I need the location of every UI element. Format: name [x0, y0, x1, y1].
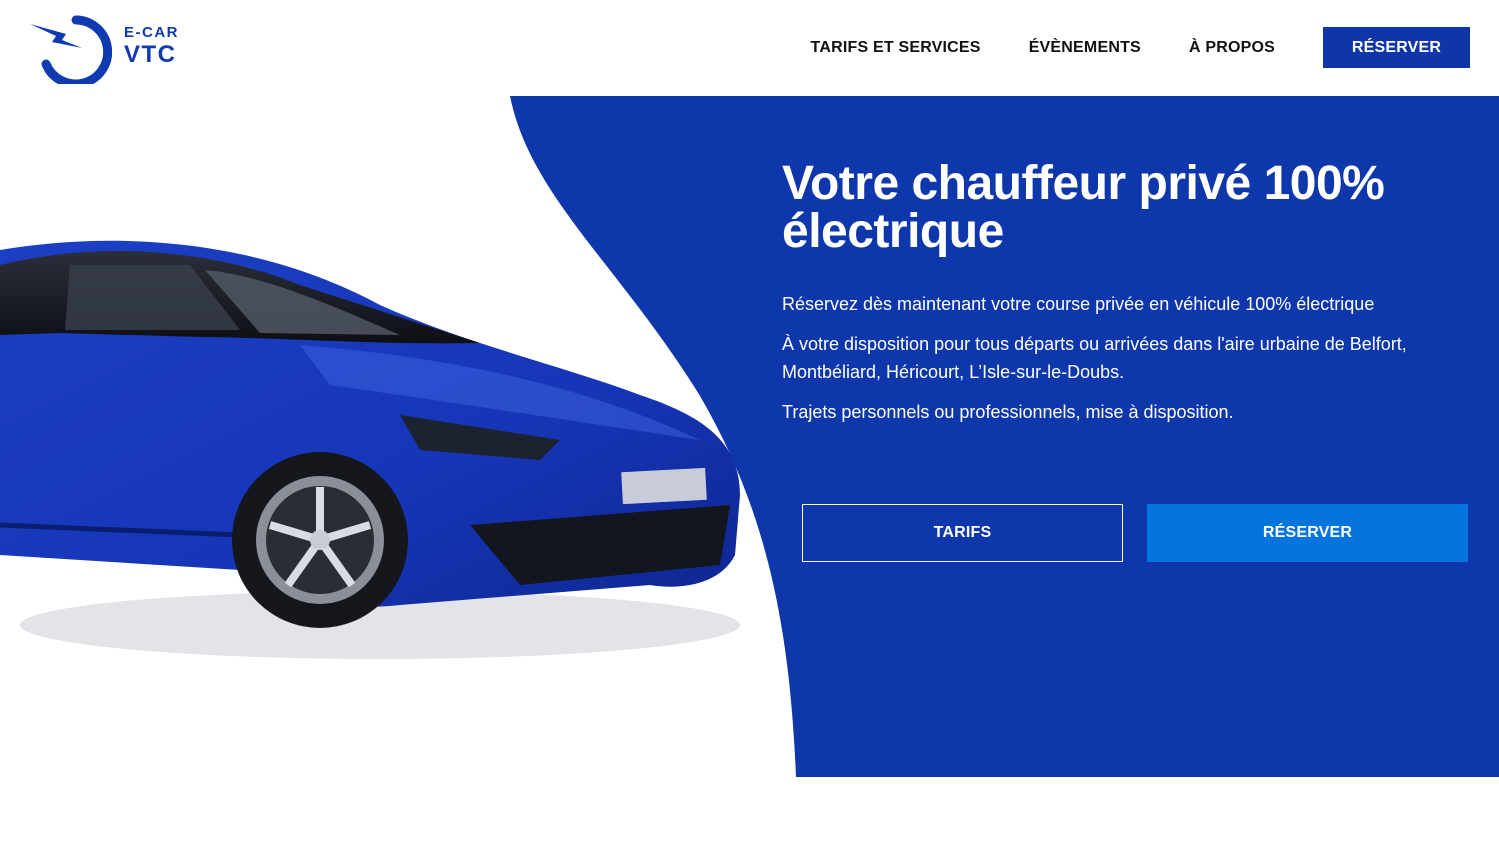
main-nav: TARIFS ET SERVICES ÉVÈNEMENTS À PROPOS R… [811, 27, 1470, 68]
brand-logo[interactable]: E-CAR VTC [28, 12, 188, 84]
electric-car-image [0, 240, 740, 659]
site-header: E-CAR VTC TARIFS ET SERVICES ÉVÈNEMENTS … [0, 0, 1499, 96]
lightning-logo-icon [30, 15, 112, 84]
hero-paragraph-2: À votre disposition pour tous départs ou… [782, 334, 1407, 382]
hero-content: Votre chauffeur privé 100% électrique Ré… [782, 160, 1472, 438]
nav-link-evenements[interactable]: ÉVÈNEMENTS [1029, 39, 1141, 57]
brand-wordmark: E-CAR VTC [124, 24, 179, 68]
tarifs-button[interactable]: TARIFS [802, 504, 1123, 562]
nav-link-tarifs[interactable]: TARIFS ET SERVICES [811, 39, 981, 57]
hero-paragraph-3: Trajets personnels ou professionnels, mi… [782, 402, 1234, 422]
reserve-button[interactable]: RÉSERVER [1147, 504, 1468, 562]
hero-paragraph-1: Réservez dès maintenant votre course pri… [782, 294, 1375, 314]
nav-link-a-propos[interactable]: À PROPOS [1189, 39, 1275, 57]
hero-title: Votre chauffeur privé 100% électrique [782, 157, 1385, 258]
brand-line2: VTC [124, 41, 177, 68]
brand-line1: E-CAR [124, 24, 179, 41]
nav-reserve-button[interactable]: RÉSERVER [1323, 27, 1470, 68]
